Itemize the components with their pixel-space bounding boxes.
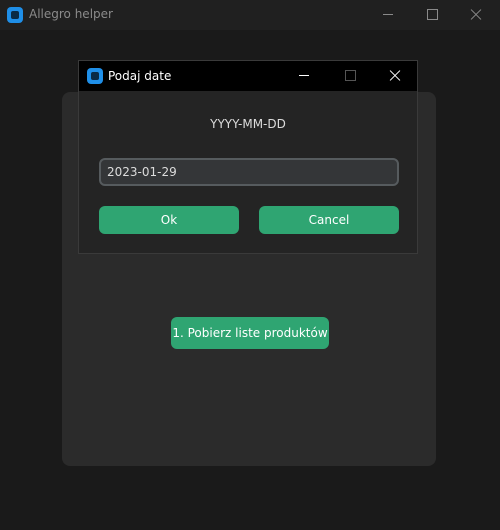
- dialog-minimize-button[interactable]: [282, 61, 326, 91]
- date-dialog: Podaj date YYYY-MM-DD Ok Cancel: [78, 60, 418, 254]
- app-icon: [7, 7, 23, 23]
- main-window-title: Allegro helper: [29, 7, 113, 21]
- maximize-icon: [345, 70, 356, 81]
- cancel-button[interactable]: Cancel: [259, 206, 399, 234]
- minimize-icon: [383, 14, 393, 15]
- close-button[interactable]: [454, 0, 498, 30]
- maximize-icon: [427, 9, 438, 20]
- dialog-maximize-button: [328, 61, 372, 91]
- date-input[interactable]: [99, 158, 399, 186]
- date-format-prompt: YYYY-MM-DD: [210, 117, 286, 131]
- minimize-icon: [299, 75, 309, 76]
- main-window-titlebar[interactable]: Allegro helper: [0, 0, 500, 30]
- app-icon: [87, 68, 103, 84]
- dialog-titlebar[interactable]: Podaj date: [79, 61, 417, 91]
- dialog-title: Podaj date: [108, 69, 172, 83]
- dialog-close-button[interactable]: [373, 61, 417, 91]
- fetch-products-button[interactable]: 1. Pobierz liste produktów: [171, 317, 329, 349]
- maximize-button[interactable]: [410, 0, 454, 30]
- ok-button[interactable]: Ok: [99, 206, 239, 234]
- minimize-button[interactable]: [366, 0, 410, 30]
